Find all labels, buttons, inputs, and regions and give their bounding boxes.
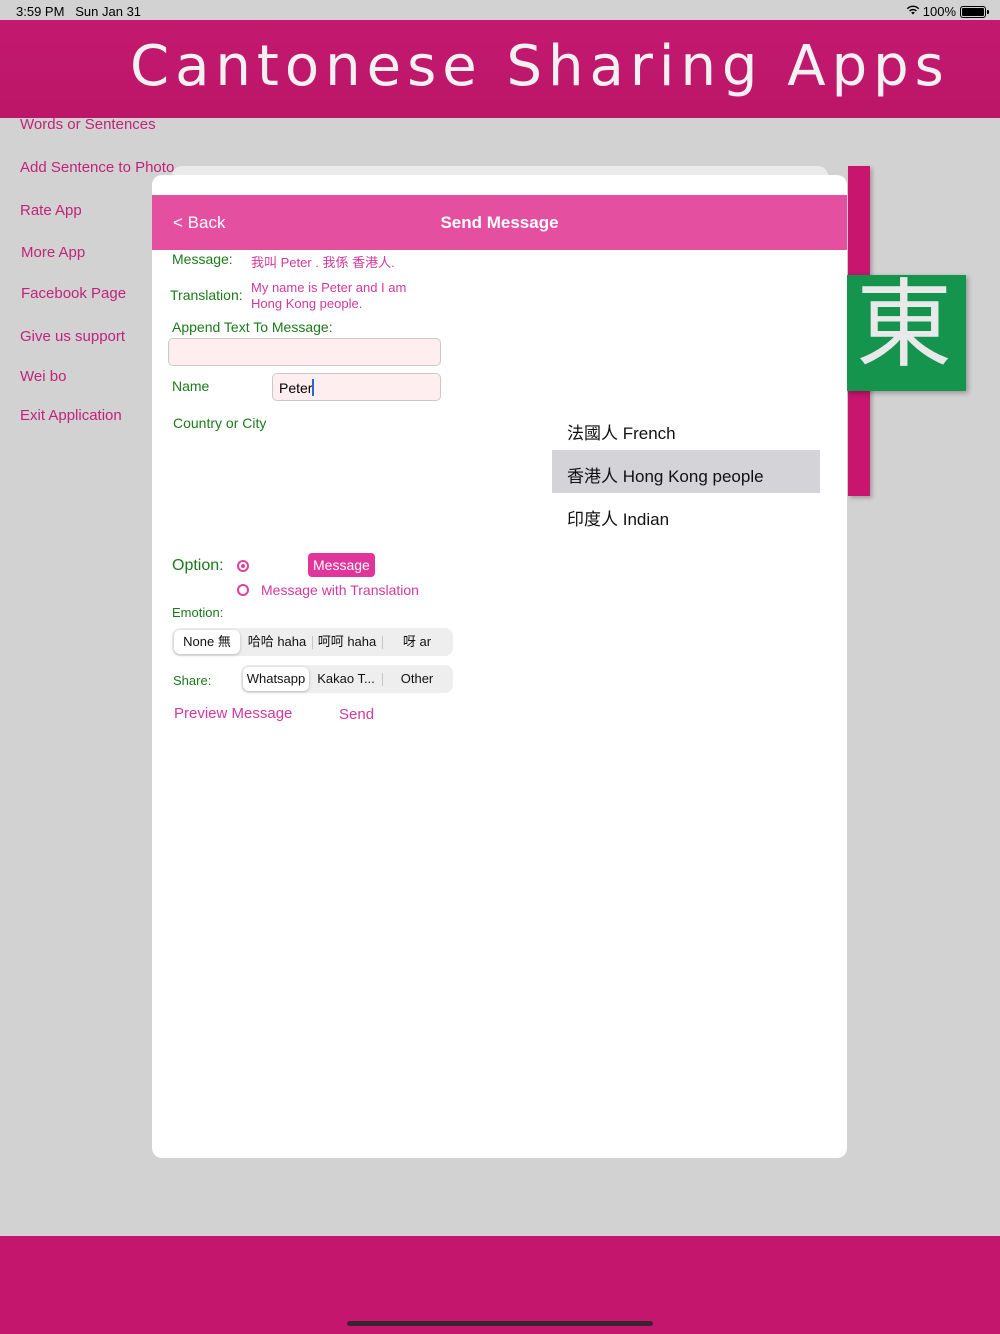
name-label: Name (172, 378, 210, 394)
emotion-haha-2[interactable]: 呵呵 haha (313, 630, 381, 654)
menu-item-rate-app[interactable]: Rate App (20, 202, 82, 219)
emotion-haha-1[interactable]: 哈哈 haha (242, 630, 312, 654)
option-message[interactable]: Message (308, 553, 375, 577)
banner-title: Cantonese Sharing Apps (130, 34, 950, 99)
option-message-translation[interactable]: Message with Translation (261, 582, 419, 598)
share-kakao[interactable]: Kakao T... (311, 667, 381, 691)
share-segmented-control: Whatsapp Kakao T... Other (241, 665, 453, 693)
emotion-label: Emotion: (172, 605, 224, 620)
battery-percent: 100% (922, 4, 956, 19)
translation-line-1: My name is Peter and I am (251, 280, 407, 295)
option-label: Option: (172, 557, 224, 574)
name-value: Peter (279, 380, 313, 396)
tile-character: 東 (856, 275, 952, 381)
translation-label: Translation: (170, 287, 243, 303)
menu-item-add-sentence-photo[interactable]: Add Sentence to Photo (20, 159, 174, 176)
share-label: Share: (173, 673, 212, 688)
character-tile: 東 (846, 275, 966, 391)
name-input[interactable]: Peter (272, 373, 441, 401)
country-label: Country or City (173, 415, 267, 431)
emotion-segmented-control: None 無 哈哈 haha 呵呵 haha 呀 ar (172, 628, 453, 656)
home-indicator[interactable] (347, 1321, 653, 1326)
emotion-none[interactable]: None 無 (174, 630, 240, 654)
emotion-ar[interactable]: 呀 ar (383, 630, 451, 654)
picker-row-french[interactable]: 法國人 French (552, 407, 820, 450)
menu-item-wei-bo[interactable]: Wei bo (20, 368, 66, 385)
send-button[interactable]: Send (339, 706, 374, 723)
radio-message[interactable] (237, 560, 249, 572)
picker-row-indian[interactable]: 印度人 Indian (552, 493, 820, 536)
nav-bar: < Back Send Message (152, 195, 847, 250)
picker-row-hong-kong[interactable]: 香港人 Hong Kong people (552, 450, 820, 493)
menu-item-facebook-page[interactable]: Facebook Page (21, 285, 126, 302)
nav-title: Send Message (440, 213, 559, 232)
menu-item-exit[interactable]: Exit Application (20, 407, 122, 424)
append-text-input[interactable] (168, 338, 441, 366)
share-whatsapp[interactable]: Whatsapp (243, 667, 309, 691)
status-time: 3:59 PM Sun Jan 31 (16, 4, 142, 19)
share-other[interactable]: Other (383, 667, 451, 691)
app-footer (0, 1236, 1000, 1334)
preview-message-button[interactable]: Preview Message (174, 705, 292, 722)
menu-item-more-app[interactable]: More App (21, 244, 85, 261)
append-label: Append Text To Message: (172, 319, 333, 335)
translation-line-2: Hong Kong people. (251, 296, 363, 311)
text-cursor (312, 379, 315, 396)
send-message-sheet: < Back Send Message Message: 我叫 Peter . … (152, 175, 847, 1158)
app-banner: Cantonese Sharing Apps (0, 20, 1000, 118)
battery-icon (960, 6, 989, 18)
radio-message-translation[interactable] (237, 584, 249, 596)
menu-item-give-support[interactable]: Give us support (20, 328, 125, 345)
message-value: 我叫 Peter . 我係 香港人. (251, 255, 395, 270)
wifi-icon (906, 5, 920, 15)
menu-item-words[interactable]: Words or Sentences (20, 116, 156, 133)
status-bar: 3:59 PM Sun Jan 31 100% (0, 0, 1000, 22)
message-label: Message: (172, 251, 233, 267)
